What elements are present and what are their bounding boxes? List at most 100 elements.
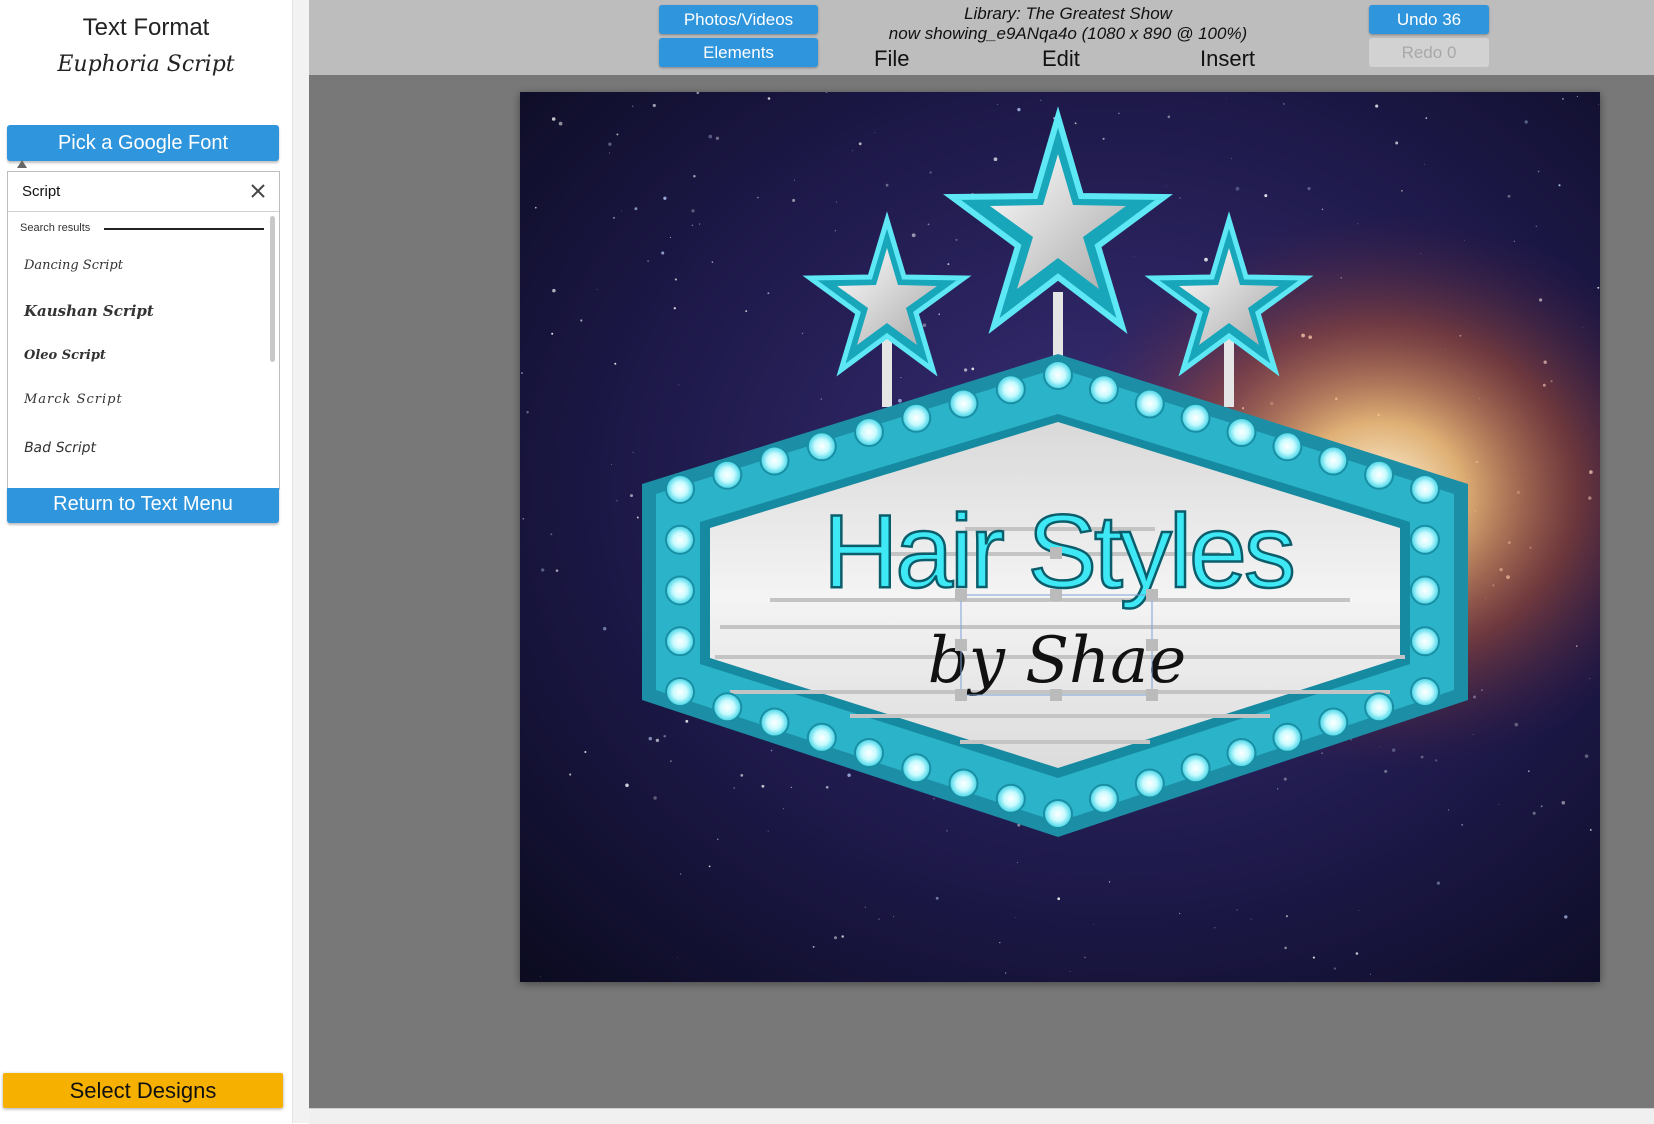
star-dot xyxy=(632,451,634,454)
return-to-text-menu-button[interactable]: Return to Text Menu xyxy=(7,488,279,523)
star-dot xyxy=(608,152,611,154)
resize-handle[interactable] xyxy=(1050,589,1062,601)
star-dot xyxy=(874,132,876,134)
star-dot xyxy=(673,307,676,310)
star-dot xyxy=(522,517,525,520)
star-dot xyxy=(1564,915,1568,919)
resize-handle[interactable] xyxy=(1050,689,1062,701)
marquee-bulb xyxy=(854,738,884,768)
star-dot xyxy=(708,865,711,868)
resize-handle[interactable] xyxy=(1146,589,1158,601)
star-dot xyxy=(555,569,559,572)
star-dot xyxy=(825,785,829,789)
select-designs-button[interactable]: Select Designs xyxy=(3,1073,283,1108)
resize-handle[interactable] xyxy=(955,639,967,651)
now-showing-label: now showing_e9ANqa4o (1080 x 890 @ 100%) xyxy=(888,24,1248,43)
star-dot xyxy=(691,209,695,213)
font-search-input[interactable] xyxy=(22,180,242,202)
star-dot xyxy=(1017,107,1021,112)
star-dot xyxy=(1284,946,1287,950)
star-dot xyxy=(1231,157,1232,159)
star-dot xyxy=(526,410,529,414)
resize-handle[interactable] xyxy=(1146,689,1158,701)
star-dot xyxy=(693,175,696,178)
star-dot xyxy=(1118,112,1120,115)
marquee-bulb xyxy=(1226,738,1257,768)
star-dot xyxy=(613,217,615,219)
star-dot xyxy=(1532,811,1536,815)
star-dot xyxy=(551,332,554,335)
star-dot xyxy=(1014,916,1016,918)
elements-button[interactable]: Elements xyxy=(659,38,818,67)
star-dot xyxy=(898,398,902,403)
left-sidebar: Text Format Euphoria Script Pick a Googl… xyxy=(0,0,292,1123)
star-dot xyxy=(790,786,793,789)
menu-edit[interactable]: Edit xyxy=(1042,46,1080,72)
marquee-bulb xyxy=(1364,692,1395,723)
star-dot xyxy=(655,738,660,743)
star-dot xyxy=(647,260,649,262)
star-dot xyxy=(1093,924,1094,925)
star-dot xyxy=(1333,967,1337,970)
resize-handle[interactable] xyxy=(955,689,967,701)
star-dot xyxy=(927,223,930,226)
star-dot xyxy=(1527,770,1530,773)
pick-google-font-button[interactable]: Pick a Google Font xyxy=(7,125,279,161)
star-dot xyxy=(997,104,999,105)
star-dot xyxy=(1214,927,1216,929)
star-dot xyxy=(1425,117,1428,119)
star-dot xyxy=(1598,104,1599,105)
marquee-bulb xyxy=(665,474,695,504)
close-icon[interactable] xyxy=(248,181,268,201)
star-dot xyxy=(1507,194,1511,198)
star-dot xyxy=(1436,881,1440,885)
star-dot xyxy=(757,196,759,199)
star-dot xyxy=(1355,952,1359,955)
star-dot xyxy=(782,808,784,810)
star-dot xyxy=(767,97,771,100)
marquee-bulb xyxy=(901,753,932,784)
star-dot xyxy=(717,838,719,841)
font-option-oleo-script[interactable]: Oleo Script xyxy=(24,348,106,363)
scrollbar[interactable] xyxy=(270,216,275,362)
star-dot xyxy=(1498,804,1500,806)
current-font-name: Euphoria Script xyxy=(57,52,235,77)
photos-videos-button[interactable]: Photos/Videos xyxy=(659,5,818,34)
marquee-bulb xyxy=(1088,374,1119,405)
font-option-kaushan-script[interactable]: Kaushan Script xyxy=(24,302,154,320)
star-dot xyxy=(634,207,638,211)
marquee-bulb xyxy=(948,768,979,799)
font-option-marck-script[interactable]: Marck Script xyxy=(24,392,123,407)
star-dot xyxy=(580,319,583,322)
marquee-bulb xyxy=(1410,626,1440,657)
resize-handle[interactable] xyxy=(955,589,967,601)
marquee-bulb xyxy=(759,445,790,476)
marquee-bulb xyxy=(1134,388,1165,419)
star-dot xyxy=(1134,256,1135,258)
resize-handle[interactable] xyxy=(1146,639,1158,651)
star-dot xyxy=(1236,909,1238,911)
font-option-dancing-script[interactable]: Dancing Script xyxy=(24,258,123,273)
star-dot xyxy=(691,224,694,227)
redo-button[interactable]: Redo 0 xyxy=(1369,38,1489,67)
subline-text[interactable]: by Shae xyxy=(928,624,1187,698)
design-canvas[interactable]: Hair Styles by Shae xyxy=(520,92,1600,982)
marquee-bulb xyxy=(1410,677,1440,707)
menu-file[interactable]: File xyxy=(874,46,909,72)
marquee-bulb xyxy=(1364,459,1395,490)
star-dot xyxy=(1165,185,1167,187)
rotate-handle[interactable] xyxy=(1050,547,1062,559)
star-dot xyxy=(955,238,958,241)
font-option-bad-script[interactable]: Bad Script xyxy=(23,440,98,456)
star-dot xyxy=(632,105,634,107)
star-dot xyxy=(971,367,975,371)
menu-insert[interactable]: Insert xyxy=(1200,46,1255,72)
design-artwork: Hair Styles by Shae xyxy=(520,92,1600,982)
star-dot xyxy=(740,774,744,777)
star-dot xyxy=(685,719,689,723)
marquee-bulb xyxy=(1410,524,1440,555)
marquee-bulb xyxy=(759,707,790,738)
undo-button[interactable]: Undo 36 xyxy=(1369,5,1489,34)
marquee-bulb xyxy=(1318,445,1349,476)
star-dot xyxy=(922,323,927,327)
